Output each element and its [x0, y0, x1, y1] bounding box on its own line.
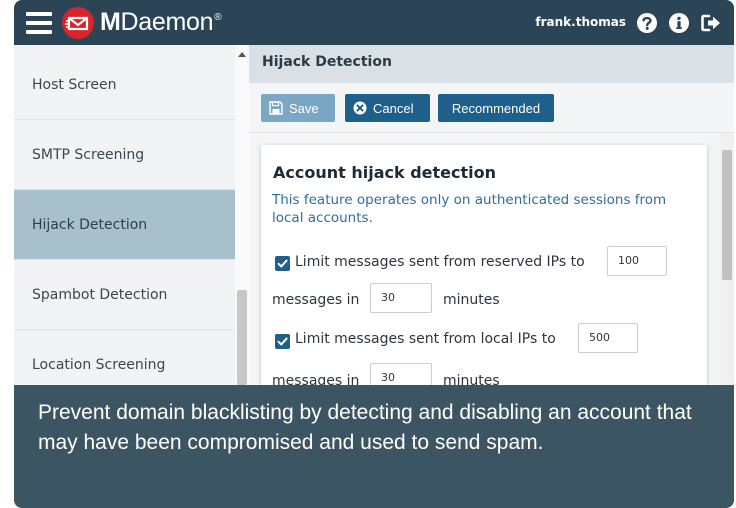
local-ip-minutes-input[interactable]: 30: [370, 363, 432, 385]
sidebar-item-hijack-detection[interactable]: Hijack Detection: [14, 190, 235, 260]
page-title: Hijack Detection: [262, 54, 392, 70]
local-ip-limit-input[interactable]: 500: [578, 323, 638, 353]
sidebar: Host Screen SMTP Screening Hijack Detect…: [14, 45, 235, 385]
question-circle-icon[interactable]: [636, 12, 658, 34]
minutes-label: minutes: [443, 292, 500, 308]
scroll-up-arrow-icon[interactable]: [238, 52, 246, 57]
sidebar-item-label: Location Screening: [32, 356, 166, 373]
sidebar-item-location-screening[interactable]: Location Screening: [14, 330, 235, 385]
card-title: Account hijack detection: [273, 163, 496, 182]
reserved-ip-limit-checkbox[interactable]: [275, 256, 290, 271]
mdaemon-logo-icon: [62, 7, 94, 39]
info-circle-icon[interactable]: [668, 12, 690, 34]
brand-rest: Daemon: [120, 8, 214, 36]
checkmark-icon: [277, 259, 288, 268]
sidebar-item-label: SMTP Screening: [32, 146, 145, 163]
page-header: Hijack Detection: [249, 45, 734, 83]
caption-banner: Prevent domain blacklisting by detecting…: [14, 385, 734, 508]
sidebar-item-label: Spambot Detection: [32, 286, 168, 303]
reserved-ip-limit-input[interactable]: 100: [607, 246, 667, 276]
sidebar-item-smtp-screening[interactable]: SMTP Screening: [14, 120, 235, 190]
messages-in-label: messages in: [272, 292, 360, 308]
registered-mark: ®: [214, 12, 222, 23]
sidebar-item-spambot-detection[interactable]: Spambot Detection: [14, 260, 235, 330]
info-note: This feature operates only on authentica…: [272, 192, 667, 226]
settings-panel: Account hijack detection This feature op…: [249, 133, 734, 385]
hamburger-menu-icon[interactable]: [26, 12, 52, 34]
hijack-settings-card: Account hijack detection This feature op…: [261, 145, 707, 385]
app-frame: MDaemon® frank.thomas Host Screen SMTP S…: [14, 0, 734, 508]
recommended-label: Recommended: [451, 100, 541, 116]
content-scrollbar-thumb[interactable]: [722, 150, 732, 280]
cancel-icon: [353, 101, 367, 115]
brand-m: M: [100, 8, 121, 36]
checkmark-icon: [277, 337, 288, 346]
reserved-ip-limit-label: Limit messages sent from reserved IPs to: [295, 254, 585, 270]
top-bar: MDaemon® frank.thomas: [14, 0, 734, 45]
toolbar: Save Cancel Recommended: [249, 83, 734, 133]
save-icon: [269, 101, 283, 115]
save-label: Save: [289, 100, 319, 116]
cancel-button[interactable]: Cancel: [345, 94, 430, 122]
save-button[interactable]: Save: [261, 94, 335, 122]
sidebar-item-label: Hijack Detection: [32, 216, 148, 233]
sign-out-icon[interactable]: [700, 12, 722, 34]
reserved-ip-minutes-input[interactable]: 30: [370, 283, 432, 313]
sidebar-item-label: Host Screen: [32, 76, 117, 93]
sidebar-scrollbar-thumb[interactable]: [237, 290, 247, 385]
messages-in-label: messages in: [272, 373, 360, 385]
caption-text: Prevent domain blacklisting by detecting…: [38, 401, 692, 454]
recommended-button[interactable]: Recommended: [438, 94, 554, 122]
minutes-label: minutes: [443, 373, 500, 385]
brand-name: MDaemon®: [100, 8, 222, 36]
local-ip-limit-label: Limit messages sent from local IPs to: [295, 331, 556, 347]
local-ip-limit-checkbox[interactable]: [275, 334, 290, 349]
user-name[interactable]: frank.thomas: [535, 15, 626, 29]
sidebar-item-host-screen[interactable]: Host Screen: [14, 50, 235, 120]
cancel-label: Cancel: [373, 100, 414, 116]
